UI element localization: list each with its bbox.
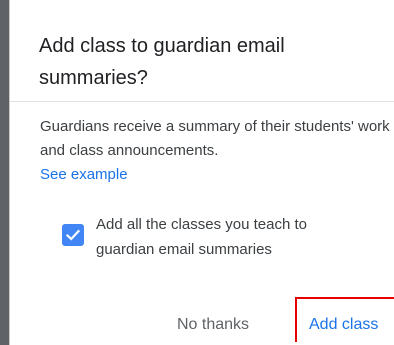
dialog-actions: No thanks Add class: [10, 290, 394, 345]
dialog-body: Guardians receive a summary of their stu…: [40, 115, 390, 187]
add-class-dialog: Add class to guardian email summaries? G…: [9, 0, 394, 345]
add-class-button[interactable]: Add class: [309, 316, 378, 334]
check-icon: [65, 229, 81, 241]
all-classes-checkbox-label[interactable]: Add all the classes you teach to guardia…: [96, 212, 366, 262]
divider: [10, 101, 394, 102]
dialog-description: Guardians receive a summary of their stu…: [40, 118, 390, 159]
no-thanks-button[interactable]: No thanks: [177, 316, 249, 334]
dialog-title: Add class to guardian email summaries?: [39, 35, 285, 89]
see-example-link[interactable]: See example: [40, 166, 128, 183]
all-classes-checkbox[interactable]: [62, 224, 84, 246]
